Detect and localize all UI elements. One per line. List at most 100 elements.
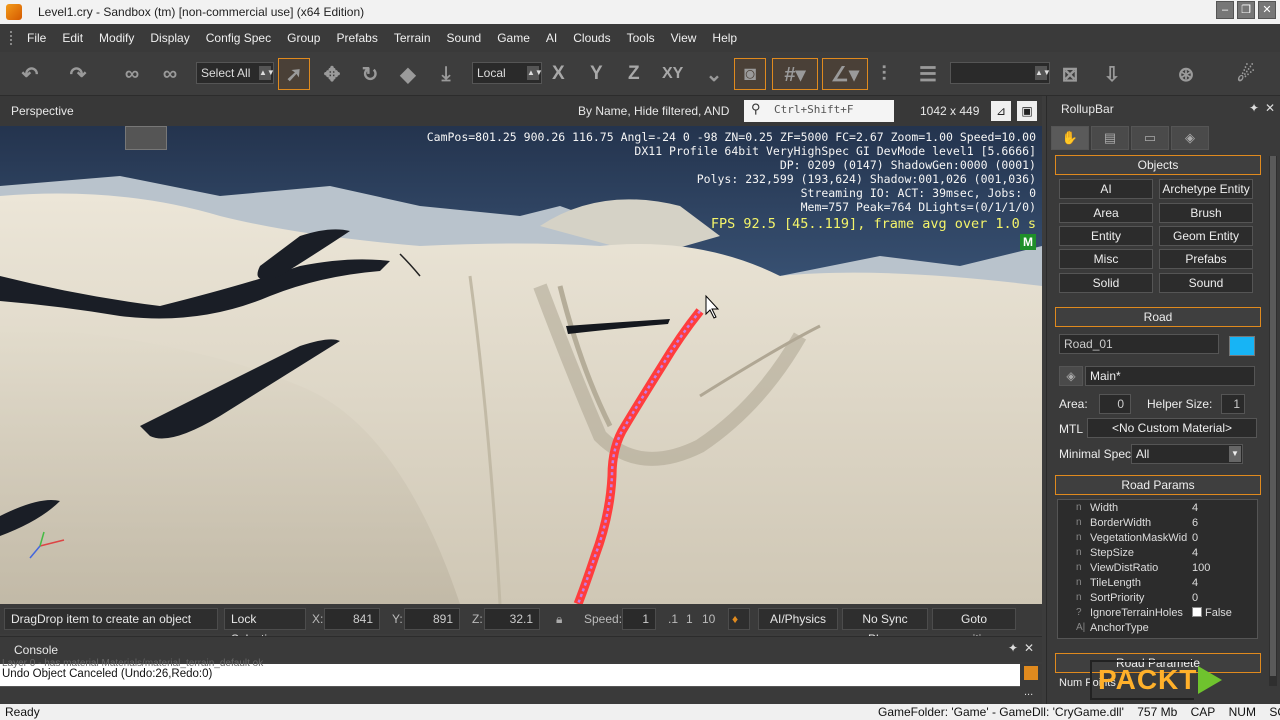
- named-selection-select[interactable]: ▲▼: [950, 62, 1051, 84]
- camera-icon[interactable]: ◙: [734, 58, 766, 90]
- angle-snap-icon[interactable]: ∠▾: [822, 58, 868, 90]
- speed-preset-10[interactable]: 10: [702, 612, 715, 626]
- undo-icon[interactable]: ↶: [14, 58, 46, 90]
- speed-field[interactable]: 1: [622, 608, 656, 630]
- close-button[interactable]: ✕: [1258, 1, 1276, 19]
- delete-selection-icon[interactable]: ⊠: [1054, 58, 1086, 90]
- minimal-spec-select[interactable]: All: [1131, 444, 1243, 464]
- menu-game[interactable]: Game: [489, 31, 538, 45]
- object-prefabs-button[interactable]: Prefabs: [1159, 249, 1253, 269]
- ai-physics-button[interactable]: AI/Physics: [758, 608, 838, 630]
- lock-selection-button[interactable]: Lock Selection: [224, 608, 306, 646]
- param-value[interactable]: False: [1192, 607, 1232, 619]
- param-value[interactable]: 4: [1192, 547, 1198, 559]
- road-name-field[interactable]: Road_01: [1059, 334, 1219, 354]
- terrain-follow-icon[interactable]: ⌄: [698, 58, 730, 90]
- object-solid-button[interactable]: Solid: [1059, 273, 1153, 293]
- speed-preset-1[interactable]: 1: [686, 612, 693, 626]
- tab-display-icon[interactable]: ▭: [1131, 126, 1169, 150]
- terrain-collision-icon[interactable]: ♦: [728, 608, 750, 630]
- viewport-title[interactable]: Perspective: [11, 104, 74, 118]
- pin-icon[interactable]: ✦: [1008, 641, 1018, 655]
- menu-display[interactable]: Display: [142, 31, 197, 45]
- x-coordinate-field[interactable]: 841: [324, 608, 380, 630]
- coordinate-space-select[interactable]: Local ▲▼: [472, 62, 543, 84]
- road-params-section-header[interactable]: Road Params: [1055, 475, 1261, 495]
- param-row[interactable]: n ViewDistRatio 100: [1058, 562, 1258, 577]
- minimize-button[interactable]: –: [1216, 1, 1234, 19]
- param-row[interactable]: ? IgnoreTerrainHoles False: [1058, 607, 1258, 622]
- menu-edit[interactable]: Edit: [54, 31, 91, 45]
- physics-ball-icon[interactable]: ⊛: [1170, 58, 1202, 90]
- rollup-scrollbar[interactable]: [1269, 156, 1277, 686]
- y-coordinate-field[interactable]: 891: [404, 608, 460, 630]
- axis-z-button[interactable]: Z: [628, 58, 640, 90]
- console-more-button[interactable]: ...: [1024, 686, 1033, 698]
- ai-point-icon[interactable]: ☄: [1230, 58, 1262, 90]
- object-sound-button[interactable]: Sound: [1159, 273, 1253, 293]
- viewport-search-input[interactable]: ⚲ Ctrl+Shift+F: [744, 100, 894, 122]
- move-icon[interactable]: ✥: [316, 58, 348, 90]
- menu-config-spec[interactable]: Config Spec: [198, 31, 279, 45]
- speed-preset-01[interactable]: .1: [668, 612, 678, 626]
- param-row[interactable]: n Width 4: [1058, 502, 1258, 517]
- param-row[interactable]: n SortPriority 0: [1058, 592, 1258, 607]
- close-rollup-icon[interactable]: ✕: [1265, 101, 1275, 115]
- tab-objects-icon[interactable]: ✋: [1051, 126, 1089, 150]
- perspective-viewport[interactable]: CamPos=801.25 900.26 116.75 Angl=-24 0 -…: [0, 126, 1042, 604]
- objects-section-header[interactable]: Objects: [1055, 155, 1261, 175]
- param-row[interactable]: A| AnchorType: [1058, 622, 1258, 637]
- scale-icon[interactable]: ◆: [392, 58, 424, 90]
- object-misc-button[interactable]: Misc: [1059, 249, 1153, 269]
- maximize-viewport-icon[interactable]: ⊿: [991, 101, 1011, 121]
- object-brush-button[interactable]: Brush: [1159, 203, 1253, 223]
- link-icon[interactable]: ∞: [116, 58, 148, 90]
- place-on-terrain-icon[interactable]: ⤓: [430, 58, 462, 90]
- tab-terrain-icon[interactable]: ▤: [1091, 126, 1129, 150]
- param-value[interactable]: 0: [1192, 592, 1198, 604]
- param-row[interactable]: n StepSize 4: [1058, 547, 1258, 562]
- menu-file[interactable]: File: [19, 31, 54, 45]
- object-archetype-entity-button[interactable]: Archetype Entity: [1159, 179, 1253, 199]
- ruler-icon[interactable]: ⫶: [874, 58, 894, 90]
- chevron-down-icon[interactable]: ▼: [1229, 446, 1241, 462]
- menu-help[interactable]: Help: [704, 31, 745, 45]
- param-row[interactable]: n VegetationMaskWid 0: [1058, 532, 1258, 547]
- param-row[interactable]: n BorderWidth 6: [1058, 517, 1258, 532]
- param-value[interactable]: 100: [1192, 562, 1210, 574]
- pin-icon[interactable]: ✦: [1249, 101, 1259, 115]
- tab-layers-icon[interactable]: ◈: [1171, 126, 1209, 150]
- material-button[interactable]: <No Custom Material>: [1087, 418, 1257, 438]
- select-arrow-icon[interactable]: ➚: [278, 58, 310, 90]
- param-value[interactable]: 4: [1192, 502, 1198, 514]
- maximize-button[interactable]: ❐: [1237, 1, 1255, 19]
- axis-y-button[interactable]: Y: [590, 58, 603, 90]
- object-entity-button[interactable]: Entity: [1059, 226, 1153, 246]
- unlink-icon[interactable]: ∞: [154, 58, 186, 90]
- save-selection-icon[interactable]: ⇩: [1096, 58, 1128, 90]
- selection-mask-select[interactable]: Select All ▲▼: [196, 62, 275, 84]
- road-color-swatch[interactable]: [1229, 336, 1255, 356]
- grid-snap-icon[interactable]: #▾: [772, 58, 818, 90]
- layer-icon[interactable]: ◈: [1059, 366, 1083, 386]
- param-row[interactable]: n TileLength 4: [1058, 577, 1258, 592]
- helper-size-field[interactable]: 1: [1221, 394, 1245, 414]
- goto-position-button[interactable]: Goto position: [932, 608, 1016, 646]
- menu-modify[interactable]: Modify: [91, 31, 142, 45]
- log-icon[interactable]: ☰: [912, 58, 944, 90]
- axis-xy-button[interactable]: XY: [662, 58, 683, 90]
- axis-x-button[interactable]: X: [552, 58, 565, 90]
- menu-sound[interactable]: Sound: [439, 31, 490, 45]
- rollup-scroll-thumb[interactable]: [1270, 156, 1276, 676]
- viewport-settings-icon[interactable]: ▣: [1017, 101, 1037, 121]
- layer-field[interactable]: Main*: [1085, 366, 1255, 386]
- no-sync-player-button[interactable]: No Sync Player: [842, 608, 928, 646]
- object-area-button[interactable]: Area: [1059, 203, 1153, 223]
- menu-clouds[interactable]: Clouds: [565, 31, 618, 45]
- menu-ai[interactable]: AI: [538, 31, 565, 45]
- param-value[interactable]: 6: [1192, 517, 1198, 529]
- area-field[interactable]: 0: [1099, 394, 1131, 414]
- object-geom-entity-button[interactable]: Geom Entity: [1159, 226, 1253, 246]
- menu-prefabs[interactable]: Prefabs: [328, 31, 385, 45]
- redo-icon[interactable]: ↷: [62, 58, 94, 90]
